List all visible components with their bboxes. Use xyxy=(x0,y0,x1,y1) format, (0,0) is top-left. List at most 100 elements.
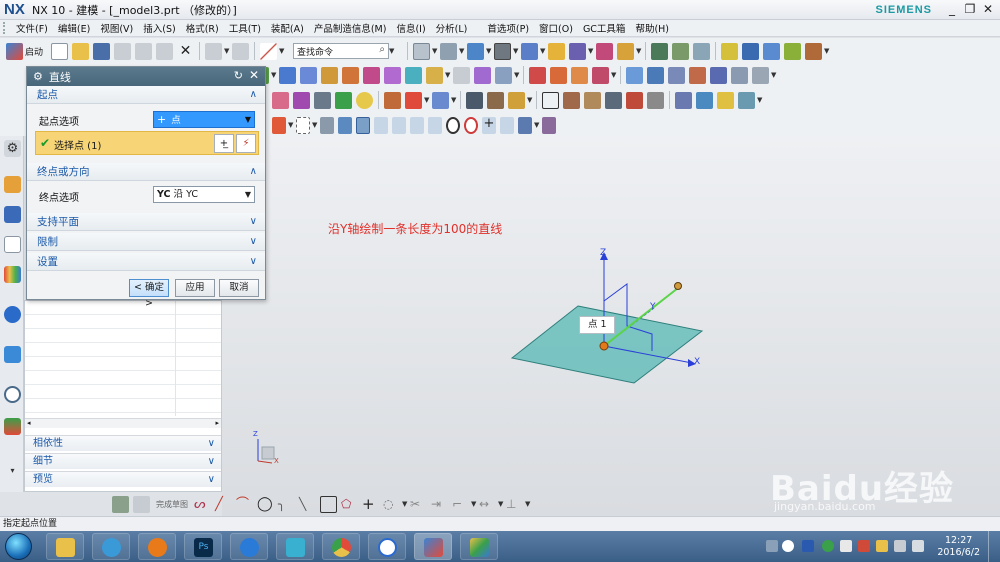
dimension-icon[interactable] xyxy=(626,91,643,109)
layer-settings-icon[interactable] xyxy=(651,42,669,60)
pad-icon[interactable] xyxy=(474,66,491,84)
close-button[interactable]: ✕ xyxy=(980,2,996,16)
reuse-library-icon[interactable] xyxy=(4,266,21,283)
volume-icon[interactable] xyxy=(912,540,924,552)
menu-file[interactable]: 文件(F) xyxy=(11,21,53,35)
render-style-icon[interactable] xyxy=(467,42,485,60)
taskbar-photoshop[interactable]: Ps xyxy=(184,533,222,560)
shell-icon[interactable] xyxy=(335,91,352,109)
surface-more-icon[interactable] xyxy=(752,66,769,84)
fastener-icon[interactable] xyxy=(696,91,713,109)
dialog-title-bar[interactable]: ⚙ 直线 ↻ ✕ xyxy=(27,67,265,86)
move-to-layer-icon[interactable] xyxy=(672,42,690,60)
polygon-icon[interactable]: ⬠ xyxy=(341,496,358,513)
snap-enable-icon[interactable] xyxy=(272,116,286,134)
snap-point-on-surface-icon[interactable] xyxy=(500,116,514,134)
paste-icon[interactable] xyxy=(156,42,174,60)
group-support-plane[interactable]: 支持平面 ∨ xyxy=(27,213,265,231)
restore-button[interactable]: ❐ xyxy=(962,2,978,16)
save-icon[interactable] xyxy=(93,42,111,60)
tray-icon[interactable] xyxy=(858,540,870,552)
finish-sketch-label[interactable]: 完成草图 xyxy=(156,499,188,510)
pocket-icon[interactable] xyxy=(453,66,470,84)
drawing-icon[interactable] xyxy=(605,91,622,109)
quick-extend-icon[interactable]: ⇥ xyxy=(431,496,448,513)
line-command-icon[interactable] xyxy=(260,42,278,60)
menu-assemblies[interactable]: 装配(A) xyxy=(266,21,309,35)
nav-section-details[interactable]: 细节 ∨ xyxy=(25,453,221,469)
web-browser-icon[interactable] xyxy=(4,346,21,363)
end-option-dropdown[interactable]: YC 沿 YC ▼ xyxy=(153,186,255,203)
component-icon[interactable] xyxy=(784,42,802,60)
constraint-navigator-icon[interactable] xyxy=(4,206,21,223)
offset-surface-icon[interactable] xyxy=(710,66,727,84)
tolerance-icon[interactable] xyxy=(647,91,664,109)
pattern-icon[interactable] xyxy=(466,91,483,109)
fit-view-icon[interactable] xyxy=(413,42,431,60)
sketch-task-icon[interactable] xyxy=(112,495,129,513)
taskbar-app-3[interactable] xyxy=(138,533,176,560)
scroll-right-icon[interactable]: ▸ xyxy=(215,419,219,427)
scroll-left-icon[interactable]: ◂ xyxy=(27,419,31,427)
snap-intersection-icon[interactable] xyxy=(410,116,424,134)
csys-icon[interactable] xyxy=(596,42,614,60)
start-option-dropdown[interactable]: + 点 ▼ xyxy=(153,111,255,128)
resource-bar-expand-icon[interactable]: ▾ xyxy=(4,466,21,483)
network-icon[interactable] xyxy=(894,540,906,552)
new-file-icon[interactable] xyxy=(51,42,69,60)
group-limits[interactable]: 限制 ∨ xyxy=(27,233,265,251)
block-icon[interactable] xyxy=(321,66,338,84)
point-dialog-button[interactable]: +̲ xyxy=(214,134,234,153)
swept-icon[interactable] xyxy=(668,66,685,84)
nav-row[interactable] xyxy=(25,385,221,399)
group-start-point[interactable]: 起点 ∧ xyxy=(27,86,265,104)
extrude-icon[interactable] xyxy=(279,66,296,84)
intersect-icon[interactable] xyxy=(571,66,588,84)
snap-existing-point-icon[interactable] xyxy=(464,116,478,134)
clip-section-icon[interactable] xyxy=(521,42,539,60)
nav-section-preview[interactable]: 预览 ∨ xyxy=(25,471,221,487)
subtract-icon[interactable] xyxy=(550,66,567,84)
nav-row[interactable] xyxy=(25,301,221,315)
spring-icon[interactable] xyxy=(675,91,692,109)
trim-body-icon[interactable] xyxy=(592,66,609,84)
gear-tool-icon[interactable] xyxy=(584,91,601,109)
arc-icon[interactable]: ⌒ xyxy=(236,496,253,513)
filter-solid-icon[interactable] xyxy=(320,116,334,134)
menu-tools[interactable]: 工具(T) xyxy=(224,21,266,35)
ok-button[interactable]: < 确定 > xyxy=(129,279,169,309)
triangle-icon[interactable] xyxy=(542,91,559,109)
open-folder-icon[interactable] xyxy=(72,42,90,60)
rapid-dimension-icon[interactable]: ↔ xyxy=(479,496,496,513)
taskbar-chrome[interactable] xyxy=(322,533,360,560)
nav-row[interactable] xyxy=(25,315,221,329)
gc-toolkit-icon[interactable] xyxy=(805,42,823,60)
draft-icon[interactable] xyxy=(314,91,331,109)
group-end-direction[interactable]: 终点或方向 ∧ xyxy=(27,163,265,181)
surface-icon[interactable] xyxy=(626,66,643,84)
start-label[interactable]: 启动 xyxy=(25,45,43,58)
tray-icon[interactable] xyxy=(840,540,852,552)
sketch-point-icon[interactable]: + xyxy=(362,495,379,513)
menu-insert[interactable]: 插入(S) xyxy=(138,21,180,35)
revolve-icon[interactable] xyxy=(300,66,317,84)
extract-icon[interactable] xyxy=(508,91,525,109)
wechat-icon[interactable] xyxy=(822,540,834,552)
mirror-icon[interactable] xyxy=(487,91,504,109)
through-curves-icon[interactable] xyxy=(647,66,664,84)
sketch-line-icon[interactable]: ╱ xyxy=(215,496,232,513)
tray-icon[interactable] xyxy=(766,540,778,552)
measure-icon[interactable] xyxy=(617,42,635,60)
menu-edit[interactable]: 编辑(E) xyxy=(53,21,95,35)
filter-face-icon[interactable] xyxy=(338,116,352,134)
circle-icon[interactable]: ◯ xyxy=(257,496,274,513)
nav-row[interactable] xyxy=(25,371,221,385)
undo-dropdown-icon[interactable]: ▼ xyxy=(224,43,230,60)
offset-curve-icon[interactable]: ◌ xyxy=(383,496,400,513)
constraint-icon[interactable] xyxy=(763,42,781,60)
part-navigator-icon[interactable] xyxy=(4,236,21,253)
edge-blend-icon[interactable] xyxy=(272,91,289,109)
sphere-icon[interactable] xyxy=(384,66,401,84)
cone-icon[interactable] xyxy=(363,66,380,84)
dialog-gear-icon[interactable]: ⚙ xyxy=(33,70,43,83)
